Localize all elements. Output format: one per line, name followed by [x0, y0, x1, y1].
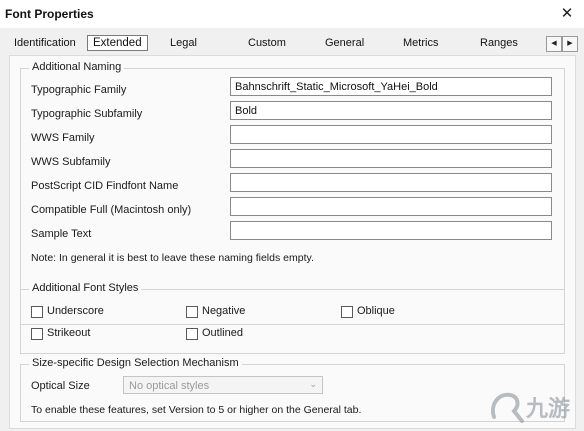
wws-subfamily-field[interactable]	[230, 149, 552, 168]
sample-text-label: Sample Text	[31, 228, 92, 240]
negative-checkbox[interactable]	[186, 306, 198, 318]
tab-legal[interactable]: Legal	[170, 37, 197, 49]
tab-custom[interactable]: Custom	[248, 37, 286, 49]
chevron-down-icon: ⌄	[309, 379, 317, 389]
strikeout-checkbox[interactable]	[31, 328, 43, 340]
optical-size-label: Optical Size	[31, 380, 90, 392]
oblique-label[interactable]: Oblique	[357, 305, 395, 317]
additional-naming-title: Additional Naming	[29, 61, 125, 73]
watermark-text: 九游	[525, 396, 570, 422]
optical-size-value: No optical styles	[129, 380, 210, 392]
optical-size-select[interactable]: No optical styles ⌄	[123, 376, 323, 394]
naming-note: Note: In general it is best to leave the…	[31, 252, 314, 264]
strikeout-label[interactable]: Strikeout	[47, 327, 90, 339]
font-properties-dialog: Font Properties ✕ Identification Extende…	[0, 0, 584, 431]
additional-font-styles-title: Additional Font Styles	[29, 282, 142, 294]
compatible-full-label: Compatible Full (Macintosh only)	[31, 204, 192, 216]
tab-general[interactable]: General	[325, 37, 364, 49]
compatible-full-field[interactable]	[230, 197, 552, 216]
underscore-checkbox[interactable]	[31, 306, 43, 318]
typographic-subfamily-label: Typographic Subfamily	[31, 108, 143, 120]
design-selection-title: Size-specific Design Selection Mechanism	[29, 357, 242, 369]
extended-tab-page: Additional Naming Typographic Family Bah…	[9, 55, 576, 429]
sample-text-field[interactable]	[230, 221, 552, 240]
tab-scroll-left-icon[interactable]: ◀	[546, 36, 562, 52]
wws-family-field[interactable]	[230, 125, 552, 144]
tab-metrics[interactable]: Metrics	[403, 37, 438, 49]
typographic-family-field[interactable]: Bahnschrift_Static_Microsoft_YaHei_Bold	[230, 77, 552, 96]
oblique-checkbox[interactable]	[341, 306, 353, 318]
outlined-checkbox[interactable]	[186, 328, 198, 340]
wws-subfamily-label: WWS Subfamily	[31, 156, 111, 168]
tab-strip: Identification Extended Legal Custom Gen…	[0, 33, 584, 55]
postscript-cid-findfont-name-label: PostScript CID Findfont Name	[31, 180, 179, 192]
typographic-subfamily-field[interactable]: Bold	[230, 101, 552, 120]
outlined-label[interactable]: Outlined	[202, 327, 243, 339]
watermark-swirl-icon	[491, 392, 524, 423]
title-bar: Font Properties ✕	[0, 0, 584, 28]
tab-ranges[interactable]: Ranges	[480, 37, 518, 49]
close-icon[interactable]: ✕	[554, 2, 580, 26]
tab-scroll-right-icon[interactable]: ▶	[562, 36, 578, 52]
watermark-logo: 九游	[491, 392, 570, 423]
negative-label[interactable]: Negative	[202, 305, 245, 317]
typographic-family-label: Typographic Family	[31, 84, 127, 96]
underscore-label[interactable]: Underscore	[47, 305, 104, 317]
postscript-cid-findfont-name-field[interactable]	[230, 173, 552, 192]
design-selection-note: To enable these features, set Version to…	[31, 404, 362, 416]
wws-family-label: WWS Family	[31, 132, 95, 144]
tab-extended[interactable]: Extended	[87, 35, 148, 51]
tab-identification[interactable]: Identification	[14, 37, 76, 49]
dialog-title: Font Properties	[5, 7, 94, 21]
additional-font-styles-group: Additional Font Styles Underscore Negati…	[20, 282, 565, 354]
design-selection-group: Size-specific Design Selection Mechanism…	[20, 357, 565, 422]
